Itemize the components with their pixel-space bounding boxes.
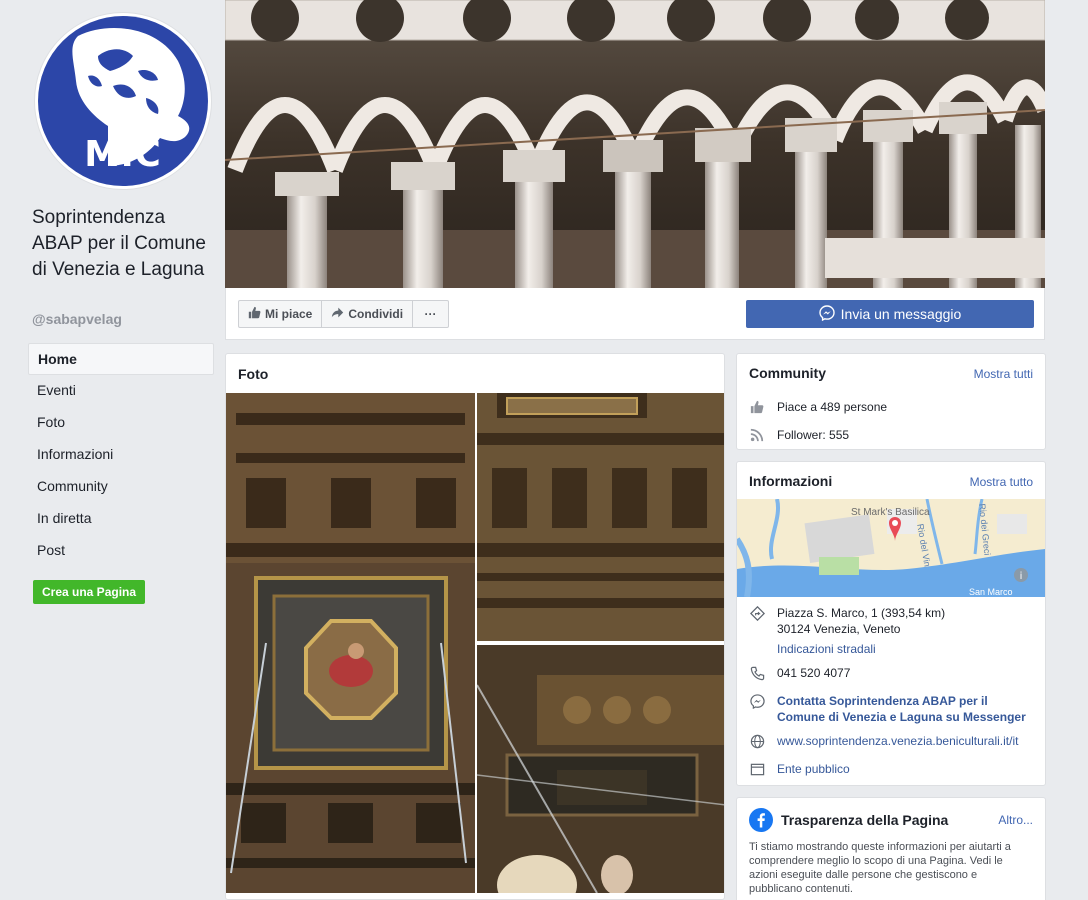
transparency-title[interactable]: Trasparenza della Pagina [781,812,948,828]
category-link[interactable]: Ente pubblico [777,761,850,777]
ceiling-photo-1 [226,393,475,893]
more-options-button[interactable]: ··· [413,300,450,328]
cover-colonnade-image [225,0,1045,288]
like-label: Mi piace [265,307,313,321]
nav-item-photos[interactable]: Foto [28,407,214,439]
category-tag-icon [749,761,765,777]
globe-icon [749,733,765,749]
website-link[interactable]: www.soprintendenza.venezia.beniculturali… [777,733,1018,749]
messenger-contact-link[interactable]: Contatta Soprintendenza ABAP per il Comu… [777,693,1034,725]
send-message-label: Invia un messaggio [840,306,962,322]
community-title[interactable]: Community [749,365,826,381]
messenger-icon [818,304,835,324]
info-title[interactable]: Informazioni [749,473,832,489]
mic-logo: MiC [38,16,208,186]
phone-icon [749,665,765,681]
nav-item-home[interactable]: Home [28,343,214,375]
ceiling-photo-2 [477,393,724,641]
info-see-all-link[interactable]: Mostra tutto [970,475,1033,489]
nav-item-community[interactable]: Community [28,471,214,503]
cover-photo[interactable] [225,0,1045,288]
address-line2: 30124 Venezia, Veneto [777,622,901,636]
page-action-bar: Mi piace Condividi ··· Invia un messaggi… [225,288,1045,340]
photo-thumbnail[interactable] [477,393,724,641]
transparency-description: Ti stiamo mostrando queste informazioni … [749,841,1011,895]
photos-card: Foto [225,353,725,900]
thumbs-up-icon [248,306,261,322]
transparency-more-link[interactable]: Altro... [998,813,1033,827]
page-nav: Home Eventi Foto Informazioni Community … [28,343,214,567]
address-row: Piazza S. Marco, 1 (393,54 km) 30124 Ven… [749,605,945,657]
messenger-row: Contatta Soprintendenza ABAP per il Comu… [749,693,1034,725]
photo-thumbnail[interactable] [477,645,724,893]
followers-count: Follower: 555 [777,428,850,442]
photos-title[interactable]: Foto [238,366,268,382]
send-message-button[interactable]: Invia un messaggio [746,300,1034,328]
logo-text: MiC [84,134,162,175]
followers-row: Follower: 555 [749,427,849,443]
website-row: www.soprintendenza.venezia.beniculturali… [749,733,1018,749]
thumbs-up-icon [749,399,765,415]
community-see-all-link[interactable]: Mostra tutti [974,367,1033,381]
page-title[interactable]: Soprintendenza ABAP per il Comune di Ven… [32,205,212,283]
location-map[interactable]: i St Mark's Basilica Rio del Vin Rio dei… [737,499,1045,597]
share-arrow-icon [331,306,344,322]
create-page-button[interactable]: Crea una Pagina [33,580,146,604]
rss-icon [749,427,765,443]
nav-item-live[interactable]: In diretta [28,503,214,535]
nav-item-events[interactable]: Eventi [28,375,214,407]
phone-row: 041 520 4077 [749,665,850,681]
page-profile-picture[interactable]: MiC [34,12,212,190]
svg-text:i: i [1020,571,1023,582]
nav-item-about[interactable]: Informazioni [28,439,214,471]
phone-number[interactable]: 041 520 4077 [777,665,850,681]
likes-row: Piace a 489 persone [749,399,887,415]
map-label-basilica: St Mark's Basilica [851,507,930,518]
photo-thumbnail[interactable] [226,393,475,893]
likes-count: Piace a 489 persone [777,400,888,414]
page-transparency-card: Trasparenza della Pagina Altro... Ti sti… [736,797,1046,900]
address-line1: Piazza S. Marco, 1 (393,54 km) [777,606,946,620]
messenger-icon [749,693,765,709]
info-card: Informazioni Mostra tutto i St Mark's Ba… [736,461,1046,786]
map-label-water: San Marco [969,587,1013,597]
action-button-group: Mi piace Condividi ··· [238,300,450,328]
directions-link[interactable]: Indicazioni stradali [777,641,945,657]
share-label: Condividi [348,307,404,321]
like-button[interactable]: Mi piace [238,300,323,328]
facebook-logo-icon [749,808,773,832]
page-handle[interactable]: @sabapvelag [32,311,122,327]
share-button[interactable]: Condividi [322,300,414,328]
nav-item-posts[interactable]: Post [28,535,214,567]
directions-icon [749,605,765,621]
community-card: Community Mostra tutti Piace a 489 perso… [736,353,1046,450]
category-row: Ente pubblico [749,761,850,777]
ceiling-photo-3 [477,645,724,893]
